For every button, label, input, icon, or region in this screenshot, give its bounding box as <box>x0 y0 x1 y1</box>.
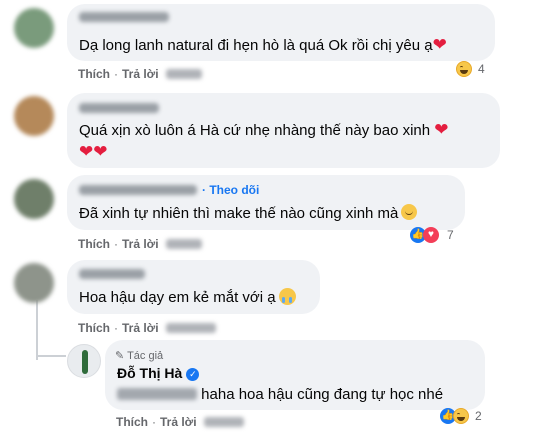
commenter-name[interactable] <box>79 103 159 113</box>
avatar[interactable] <box>14 263 54 303</box>
reaction-summary[interactable]: 👍 2 <box>440 406 482 426</box>
commenter-name[interactable] <box>79 185 197 195</box>
timestamp <box>165 69 202 79</box>
reply-link[interactable]: Trả lời <box>122 237 159 251</box>
haha-icon <box>453 408 469 424</box>
comment-text: ❤❤ <box>79 141 108 163</box>
comment-text: Dạ long lanh natural đi hẹn hò là quá Ok… <box>79 35 447 54</box>
reply-actions: Thích · Trả lời <box>116 415 244 429</box>
comment-bubble: Quá xịn xò luôn á Hà cứ nhẹ nhàng thế nà… <box>67 93 500 168</box>
comment-text: Hoa hậu dạy em kẻ mắt với ạ <box>79 287 296 308</box>
thread-line <box>36 300 38 360</box>
like-link[interactable]: Thích <box>78 237 110 251</box>
timestamp <box>165 323 216 333</box>
reply-link[interactable]: Trả lời <box>122 67 159 81</box>
reply-link[interactable]: Trả lời <box>122 321 159 335</box>
heart-icon: ❤ <box>432 35 447 54</box>
tagged-name[interactable] <box>117 388 197 400</box>
reaction-summary[interactable]: 👍 ♥ 7 <box>410 225 454 245</box>
author-badge: ✎ Tác giả <box>115 350 164 362</box>
reply-link[interactable]: Trả lời <box>160 415 197 429</box>
comment-text: Quá xịn xò luôn á Hà cứ nhẹ nhàng thế nà… <box>79 120 449 139</box>
avatar[interactable] <box>14 8 54 48</box>
like-link[interactable]: Thích <box>78 67 110 81</box>
crying-icon <box>278 288 296 305</box>
avatar[interactable] <box>14 96 54 136</box>
comment-text: Đã xinh tự nhiên thì make thế nào cũng x… <box>79 203 418 224</box>
avatar[interactable] <box>14 179 54 219</box>
heart-icon: ❤❤ <box>79 142 108 161</box>
like-link[interactable]: Thích <box>116 415 148 429</box>
commenter-name[interactable] <box>79 269 145 279</box>
timestamp <box>203 417 244 427</box>
comment-bubble: Dạ long lanh natural đi hẹn hò là quá Ok… <box>67 4 495 61</box>
heart-icon: ❤ <box>434 120 449 139</box>
author-avatar[interactable] <box>67 344 101 378</box>
commenter-name[interactable] <box>79 12 169 22</box>
smile-icon <box>401 204 418 220</box>
reaction-summary[interactable]: 4 <box>456 59 485 79</box>
timestamp <box>165 239 202 249</box>
pencil-icon: ✎ <box>115 350 125 362</box>
comment-actions: Thích · Trả lời <box>78 67 202 81</box>
author-figure <box>82 350 88 374</box>
haha-icon <box>456 61 472 77</box>
comment-actions: Thích · Trả lời <box>78 321 216 335</box>
thread-curve <box>36 355 66 357</box>
reply-bubble: ✎ Tác giả Đỗ Thị Hà ✓ haha hoa hậu cũng đ… <box>105 340 485 410</box>
like-link[interactable]: Thích <box>78 321 110 335</box>
author-name[interactable]: Đỗ Thị Hà ✓ <box>117 365 200 381</box>
comment-actions: Thích · Trả lời <box>78 237 202 251</box>
follow-link[interactable]: · Theo dõi <box>202 183 259 197</box>
comment-bubble: · Theo dõi Đã xinh tự nhiên thì make thế… <box>67 175 465 230</box>
verified-icon: ✓ <box>186 368 200 381</box>
love-icon: ♥ <box>423 227 439 243</box>
reply-text: haha hoa hậu cũng đang tự học nhé <box>117 384 443 405</box>
comment-bubble: Hoa hậu dạy em kẻ mắt với ạ <box>67 260 320 314</box>
